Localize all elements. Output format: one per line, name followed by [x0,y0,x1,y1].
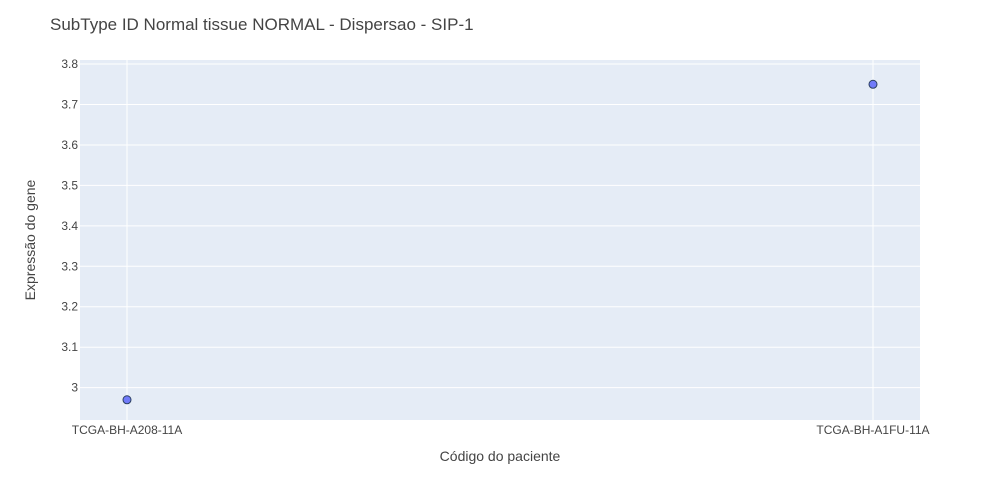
data-point [122,395,132,405]
y-tick-label: 3.8 [61,57,78,71]
x-tick-label: TCGA-BH-A1FU-11A [816,423,929,437]
y-tick-label: 3.4 [61,219,78,233]
x-axis-title: Código do paciente [440,448,561,464]
data-point [868,79,878,89]
y-tick-label: 3.6 [61,138,78,152]
y-tick-label: 3.7 [61,97,78,111]
chart-title: SubType ID Normal tissue NORMAL - Disper… [50,15,474,34]
y-axis-ticks: 3 3.1 3.2 3.3 3.4 3.5 3.6 3.7 3.8 [61,57,78,395]
y-tick-label: 3.5 [61,178,78,192]
y-tick-label: 3.1 [61,340,78,354]
plot-area [80,60,920,420]
y-tick-label: 3 [71,381,78,395]
y-tick-label: 3.3 [61,259,78,273]
scatter-chart: 3 3.1 3.2 3.3 3.4 3.5 3.6 3.7 3.8 TCGA-BH-A208-1… [22,15,930,464]
y-tick-label: 3.2 [61,300,78,314]
y-axis-title: Expressão do gene [22,179,38,300]
x-axis-ticks: TCGA-BH-A208-11A TCGA-BH-A1FU-11A [72,423,930,437]
x-tick-label: TCGA-BH-A208-11A [72,423,182,437]
